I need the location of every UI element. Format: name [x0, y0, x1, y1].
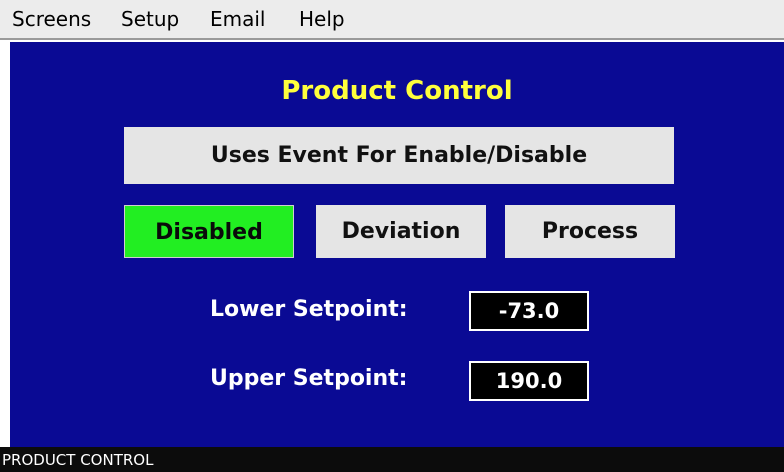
page-title: Product Control — [281, 76, 513, 106]
upper-setpoint-label: Upper Setpoint: — [210, 366, 408, 391]
disabled-mode-button[interactable]: Disabled — [124, 205, 294, 258]
product-control-panel: Product Control Uses Event For Enable/Di… — [10, 42, 784, 447]
menu-help[interactable]: Help — [299, 5, 345, 33]
menu-screens[interactable]: Screens — [12, 5, 91, 33]
menu-bar: Screens Setup Email Help — [0, 0, 784, 40]
lower-setpoint-label: Lower Setpoint: — [210, 297, 408, 322]
menu-setup[interactable]: Setup — [121, 5, 179, 33]
process-mode-button[interactable]: Process — [505, 205, 675, 258]
status-bar: PRODUCT CONTROL — [0, 447, 784, 472]
lower-setpoint-field[interactable]: -73.0 — [469, 291, 589, 331]
status-text: PRODUCT CONTROL — [2, 451, 154, 469]
upper-setpoint-field[interactable]: 190.0 — [469, 361, 589, 401]
enable-event-button[interactable]: Uses Event For Enable/Disable — [124, 127, 674, 184]
deviation-mode-button[interactable]: Deviation — [316, 205, 486, 258]
menu-email[interactable]: Email — [210, 5, 266, 33]
